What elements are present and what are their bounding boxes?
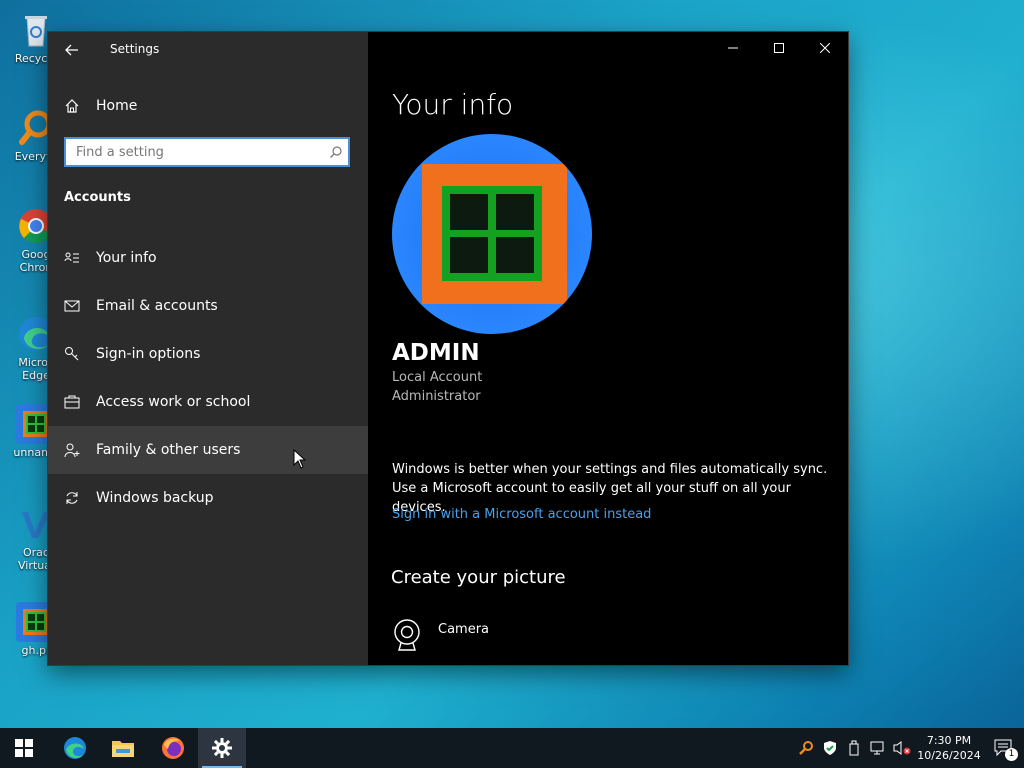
section-title-accounts: Accounts: [64, 190, 131, 205]
nav-item-access-work-school[interactable]: Access work or school: [48, 378, 368, 426]
user-name: ADMIN: [392, 340, 480, 366]
back-button[interactable]: [62, 40, 82, 60]
your-info-icon: [64, 250, 80, 266]
briefcase-icon: [64, 394, 80, 410]
taskbar: 7:30 PM 10/26/2024 1: [0, 728, 1024, 768]
taskbar-edge-button[interactable]: [51, 728, 99, 768]
settings-content-pane: Your info ADMIN Local Account Administra…: [368, 32, 848, 665]
notification-center-button[interactable]: 1: [984, 728, 1024, 768]
camera-icon: [394, 619, 420, 651]
minimize-button[interactable]: [710, 32, 756, 64]
taskbar-settings-button[interactable]: [198, 728, 246, 768]
search-box[interactable]: [64, 137, 350, 167]
sign-in-microsoft-link[interactable]: Sign in with a Microsoft account instead: [392, 507, 651, 522]
page-title: Your info: [392, 88, 514, 121]
account-type: Local Account: [392, 370, 483, 385]
maximize-button[interactable]: [756, 32, 802, 64]
key-icon: [64, 346, 80, 362]
taskbar-firefox-button[interactable]: [149, 728, 197, 768]
nav-item-email-accounts[interactable]: Email & accounts: [48, 282, 368, 330]
settings-window: Settings Home Accounts Your info: [48, 32, 848, 665]
camera-label: Camera: [438, 622, 490, 637]
create-picture-title: Create your picture: [391, 567, 566, 588]
sync-line-1: Windows is better when your settings and…: [392, 462, 828, 477]
search-icon[interactable]: [324, 140, 348, 164]
window-title: Settings: [110, 42, 160, 56]
mouse-cursor-icon: [293, 449, 307, 469]
tray-volume-button[interactable]: [890, 728, 914, 768]
volume-muted-icon: [893, 741, 911, 755]
window-controls: [710, 32, 848, 64]
gear-icon: [212, 738, 232, 758]
close-icon: [820, 43, 830, 53]
system-tray: 7:30 PM 10/26/2024 1: [794, 728, 1024, 768]
nav-home[interactable]: Home: [64, 94, 137, 118]
person-add-icon: [64, 442, 80, 458]
account-role: Administrator: [392, 389, 481, 404]
clock-time: 7:30 PM: [926, 734, 972, 747]
sync-icon: [64, 490, 80, 506]
tray-network-button[interactable]: [866, 728, 890, 768]
clock[interactable]: 7:30 PM 10/26/2024: [914, 733, 984, 763]
settings-nav-pane: Settings Home Accounts Your info: [48, 32, 368, 665]
edge-icon: [64, 737, 86, 759]
nav-item-your-info[interactable]: Your info: [48, 234, 368, 282]
taskbar-file-explorer-button[interactable]: [99, 728, 147, 768]
firefox-icon: [162, 737, 184, 759]
back-arrow-icon: [65, 44, 78, 56]
nav-list: Your info Email & accounts Sign-in optio…: [48, 234, 368, 522]
avatar[interactable]: [392, 134, 592, 334]
network-icon: [870, 741, 884, 755]
maximize-icon: [774, 43, 784, 53]
close-button[interactable]: [802, 32, 848, 64]
nav-home-label: Home: [96, 98, 138, 114]
shield-icon: [824, 741, 836, 755]
nav-item-windows-backup[interactable]: Windows backup: [48, 474, 368, 522]
tray-security-button[interactable]: [818, 728, 842, 768]
mail-icon: [64, 298, 80, 314]
minimize-icon: [728, 47, 738, 49]
notification-count: 1: [1005, 748, 1018, 761]
start-button[interactable]: [0, 728, 48, 768]
usb-drive-icon: [849, 740, 859, 756]
nav-item-family-other-users[interactable]: Family & other users: [48, 426, 368, 474]
home-icon: [65, 99, 79, 113]
nav-item-sign-in-options[interactable]: Sign-in options: [48, 330, 368, 378]
search-input[interactable]: [66, 139, 324, 165]
camera-option[interactable]: Camera: [392, 618, 489, 652]
tray-everything-button[interactable]: [794, 728, 818, 768]
folder-icon: [112, 741, 134, 757]
clock-date: 10/26/2024: [917, 749, 981, 762]
tray-usb-button[interactable]: [842, 728, 866, 768]
windows-logo-icon: [15, 739, 33, 757]
everything-search-icon: [799, 741, 813, 755]
